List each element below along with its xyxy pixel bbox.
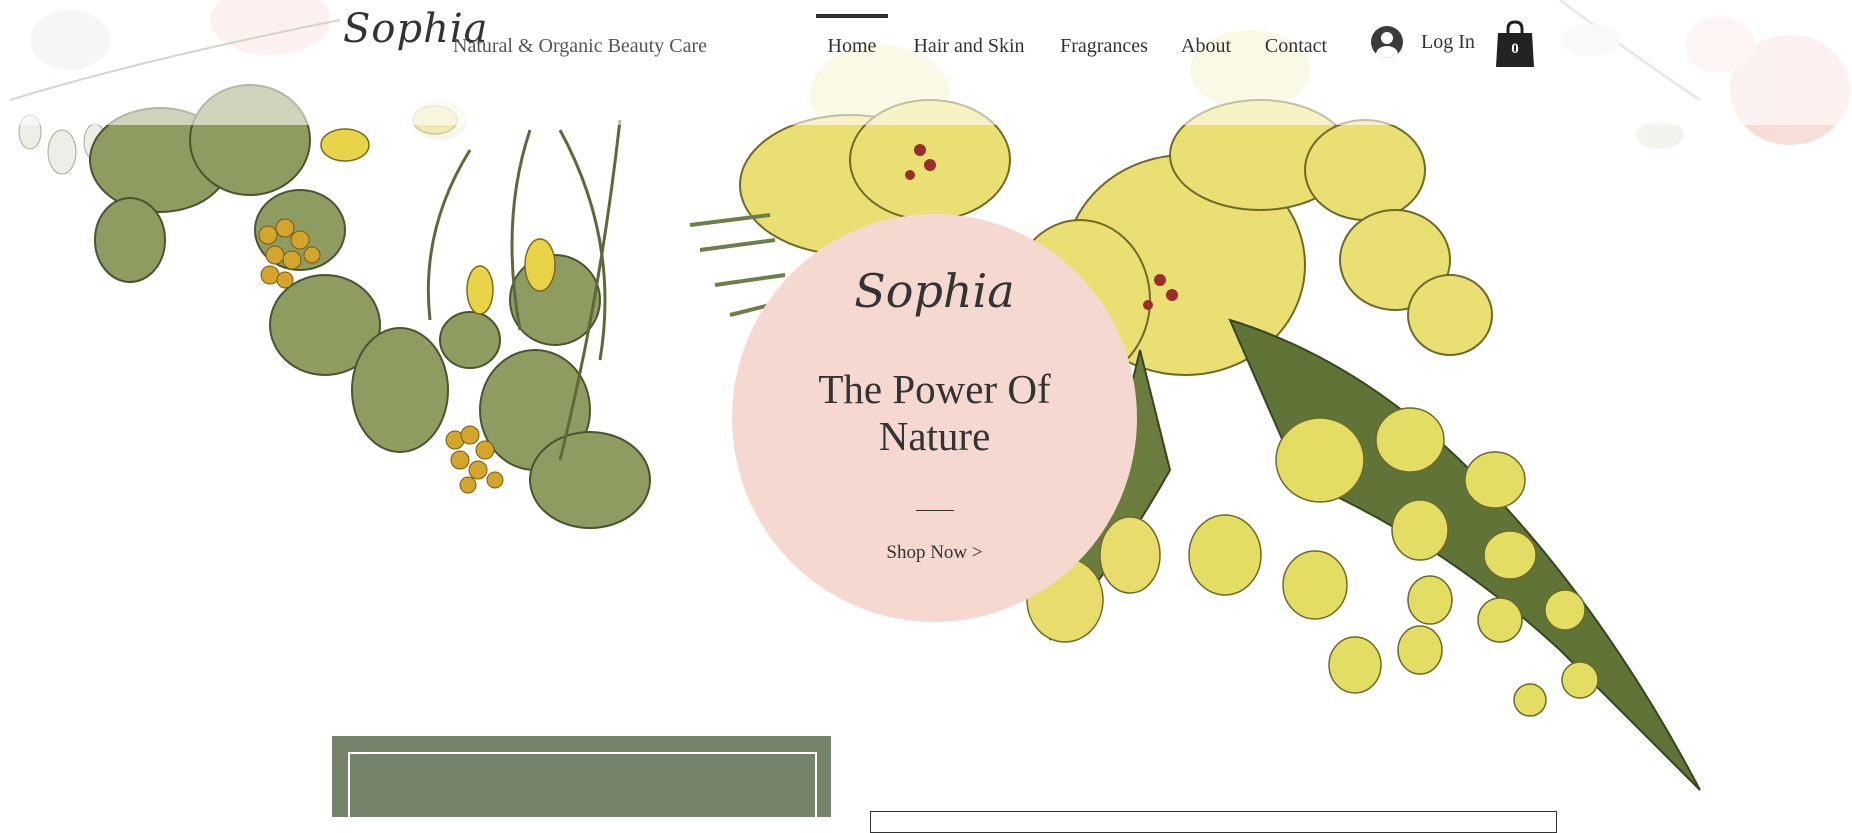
site-header: Sophia Natural & Organic Beauty Care Hom… — [0, 0, 1852, 125]
login-label: Log In — [1421, 30, 1475, 53]
nav-item-fragrances[interactable]: Fragrances — [1056, 14, 1152, 74]
nav-item-home[interactable]: Home — [816, 14, 888, 74]
brand-tagline: Natural & Organic Beauty Care — [453, 35, 707, 57]
hero-title: The Power Of Nature — [732, 366, 1137, 460]
hero-divider — [916, 510, 954, 511]
login-button[interactable]: Log In — [1371, 24, 1475, 60]
hero-circle: Sophia The Power Of Nature Shop Now > — [732, 214, 1137, 622]
shop-now-link[interactable]: Shop Now > — [732, 542, 1137, 564]
user-avatar-icon — [1371, 26, 1403, 58]
hero-title-line2: Nature — [878, 413, 991, 459]
nav-item-about[interactable]: About — [1179, 14, 1233, 74]
hero-brand-script: Sophia — [854, 264, 1015, 318]
cart-button[interactable]: 0 — [1496, 19, 1534, 67]
nav-item-hair-and-skin[interactable]: Hair and Skin — [910, 14, 1028, 74]
nav-item-contact[interactable]: Contact — [1262, 14, 1330, 74]
hero-title-line1: The Power Of — [818, 366, 1051, 412]
feature-panel — [332, 736, 831, 824]
cart-count: 0 — [1511, 41, 1519, 57]
content-frame — [870, 811, 1557, 833]
feature-panel-frame — [348, 752, 817, 824]
